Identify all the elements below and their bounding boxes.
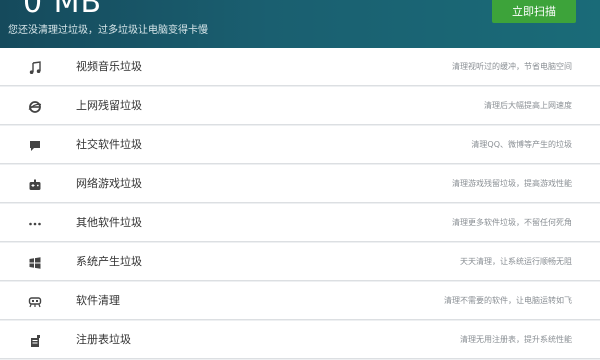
category-label: 其他软件垃圾 — [76, 216, 142, 229]
category-description: 清理后大幅提高上网速度 — [484, 101, 572, 110]
cleanup-category-list: 视频音乐垃圾 清理视听过的缓冲，节省电脑空间 上网残留垃圾 清理后大幅提高上网速… — [0, 48, 600, 360]
software-icon — [28, 295, 42, 309]
chat-bubble-icon — [28, 139, 42, 153]
gamepad-icon — [28, 178, 42, 192]
category-row-social-software[interactable]: 社交软件垃圾 清理QQ、微博等产生的垃圾 — [0, 126, 600, 164]
category-description: 天天清理，让系统运行顺畅无阻 — [460, 257, 572, 266]
header-banner: 0 MB 您还没清理过垃圾，过多垃圾让电脑变得卡慢 立即扫描 — [0, 0, 600, 48]
category-label: 上网残留垃圾 — [76, 99, 142, 112]
category-description: 清理视听过的缓冲，节省电脑空间 — [452, 62, 572, 71]
category-description: 清理游戏残留垃圾，提高游戏性能 — [452, 179, 572, 188]
category-description: 清理不需要的软件，让电脑运转如飞 — [444, 296, 572, 305]
header-subtitle: 您还没清理过垃圾，过多垃圾让电脑变得卡慢 — [8, 25, 208, 36]
registry-icon — [28, 334, 42, 348]
category-row-video-music[interactable]: 视频音乐垃圾 清理视听过的缓冲，节省电脑空间 — [0, 48, 600, 86]
music-note-icon — [28, 61, 42, 75]
category-row-other-software[interactable]: 其他软件垃圾 清理更多软件垃圾，不留任何死角 — [0, 204, 600, 242]
browser-icon — [28, 100, 42, 114]
category-label: 软件清理 — [76, 294, 120, 307]
category-row-software-cleanup[interactable]: 软件清理 清理不需要的软件，让电脑运转如飞 — [0, 282, 600, 320]
category-row-online-games[interactable]: 网络游戏垃圾 清理游戏残留垃圾，提高游戏性能 — [0, 165, 600, 203]
category-label: 社交软件垃圾 — [76, 138, 142, 151]
category-row-system-junk[interactable]: 系统产生垃圾 天天清理，让系统运行顺畅无阻 — [0, 243, 600, 281]
category-label: 注册表垃圾 — [76, 333, 131, 346]
category-description: 清理更多软件垃圾，不留任何死角 — [452, 218, 572, 227]
scan-now-button[interactable]: 立即扫描 — [492, 0, 576, 23]
category-label: 系统产生垃圾 — [76, 255, 142, 268]
more-dots-icon — [28, 217, 42, 231]
junk-size-readout: 0 MB — [23, 0, 103, 20]
category-label: 视频音乐垃圾 — [76, 60, 142, 73]
category-description: 清理无用注册表，提升系统性能 — [460, 335, 572, 344]
category-row-registry[interactable]: 注册表垃圾 清理无用注册表，提升系统性能 — [0, 321, 600, 359]
category-label: 网络游戏垃圾 — [76, 177, 142, 190]
category-row-web-residue[interactable]: 上网残留垃圾 清理后大幅提高上网速度 — [0, 87, 600, 125]
category-description: 清理QQ、微博等产生的垃圾 — [471, 140, 572, 149]
windows-icon — [28, 256, 42, 270]
